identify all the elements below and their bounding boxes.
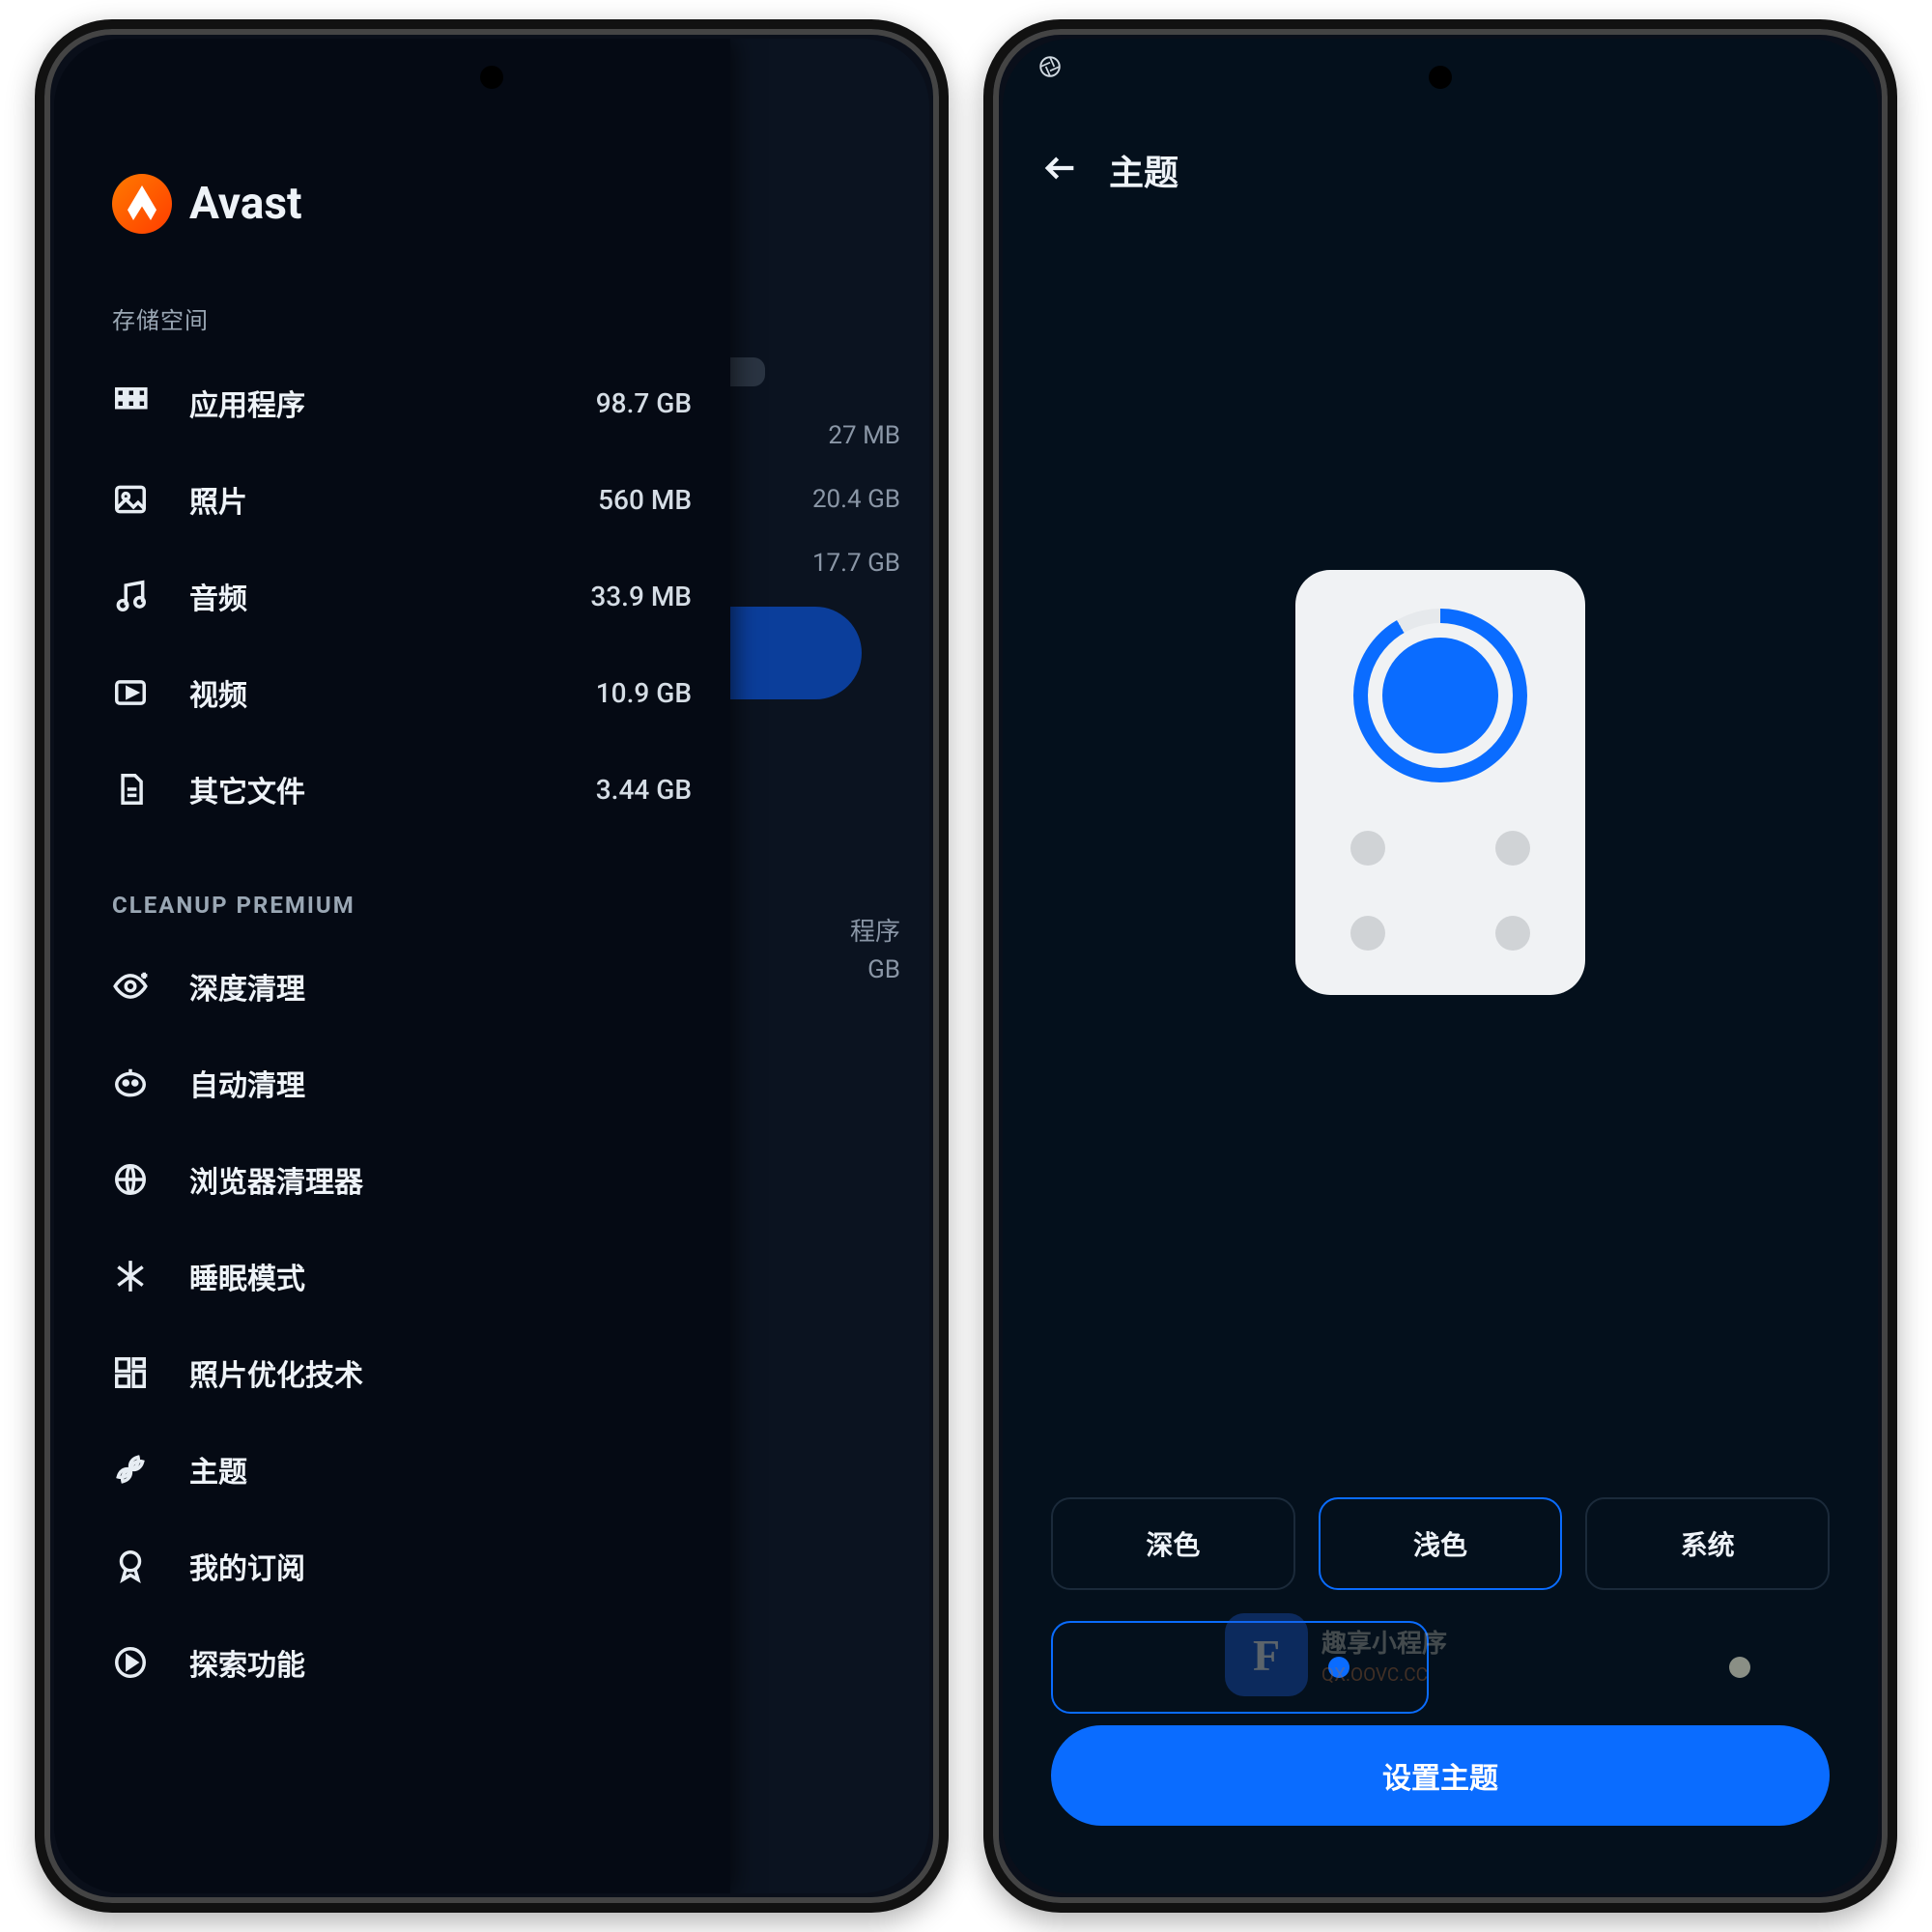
dashboard-icon xyxy=(112,1354,189,1391)
brand-name: Avast xyxy=(189,178,302,230)
option-label: 浅色 xyxy=(1413,1524,1467,1563)
row-label: 深度清理 xyxy=(189,965,692,1008)
premium-item-photo-optimize[interactable]: 照片优化技术 xyxy=(112,1324,692,1421)
brand: Avast xyxy=(112,174,692,234)
premium-item-subscription[interactable]: 我的订阅 xyxy=(112,1518,692,1614)
storage-item-video[interactable]: 视频 10.9 GB xyxy=(112,644,692,741)
row-value: 10.9 GB xyxy=(596,677,692,709)
arrow-left-icon xyxy=(1041,149,1080,187)
button-label: 设置主题 xyxy=(1382,1754,1498,1797)
row-label: 视频 xyxy=(189,671,596,714)
row-label: 音频 xyxy=(189,575,590,617)
page-title: 主题 xyxy=(1109,145,1179,195)
eye-plus-icon xyxy=(112,968,189,1005)
avast-logo-icon xyxy=(112,174,172,234)
play-circle-icon xyxy=(112,1644,189,1681)
option-label: 系统 xyxy=(1681,1524,1735,1563)
theme-preview-card xyxy=(1295,570,1585,995)
section-label-storage: 存储空间 xyxy=(112,301,692,335)
premium-item-theme[interactable]: 主题 xyxy=(112,1421,692,1518)
preview-dot-icon xyxy=(1495,916,1530,951)
app-background: F 趣享小程序 QX.OOVC.CC 27 MB 20.4 GB 17.7 GB… xyxy=(54,39,929,1893)
snowflake-icon xyxy=(112,1258,189,1294)
aperture-icon xyxy=(1037,54,1063,79)
premium-item-browser-cleaner[interactable]: 浏览器清理器 xyxy=(112,1131,692,1228)
row-value: 98.7 GB xyxy=(596,387,692,419)
back-button[interactable] xyxy=(1041,149,1080,191)
topbar: 主题 xyxy=(1041,145,1839,195)
theme-option-light[interactable]: 浅色 xyxy=(1319,1497,1563,1590)
row-value: 33.9 MB xyxy=(590,581,692,612)
color-swatch-icon xyxy=(1729,1657,1750,1678)
theme-mode-options: 深色 浅色 系统 xyxy=(1051,1497,1830,1590)
row-label: 浏览器清理器 xyxy=(189,1158,692,1201)
file-icon xyxy=(112,771,189,808)
image-icon xyxy=(112,481,189,518)
row-label: 其它文件 xyxy=(189,768,596,810)
preview-dot-icon xyxy=(1350,916,1385,951)
accent-option-olive[interactable] xyxy=(1452,1621,1830,1714)
storage-item-apps[interactable]: 应用程序 98.7 GB xyxy=(112,355,692,451)
robot-icon xyxy=(112,1065,189,1101)
set-theme-button[interactable]: 设置主题 xyxy=(1051,1725,1830,1826)
apps-grid-icon xyxy=(112,384,189,421)
row-label: 我的订阅 xyxy=(189,1545,692,1587)
rosette-icon xyxy=(112,1548,189,1584)
row-label: 主题 xyxy=(189,1448,692,1491)
navigation-drawer: Avast 存储空间 应用程序 98.7 GB 照片 560 MB 音频 33.… xyxy=(54,39,730,1893)
phone-right: 主题 深色 浅色 系统 xyxy=(983,19,1897,1913)
premium-item-sleep-mode[interactable]: 睡眠模式 xyxy=(112,1228,692,1324)
row-label: 照片优化技术 xyxy=(189,1351,692,1394)
accent-color-options xyxy=(1051,1621,1830,1714)
accent-option-blue[interactable] xyxy=(1051,1621,1429,1714)
row-label: 自动清理 xyxy=(189,1062,692,1104)
color-swatch-icon xyxy=(1328,1657,1350,1678)
row-label: 睡眠模式 xyxy=(189,1255,692,1297)
music-note-icon xyxy=(112,578,189,614)
fan-icon xyxy=(112,1451,189,1488)
option-label: 深色 xyxy=(1146,1524,1200,1563)
row-value: 560 MB xyxy=(598,484,692,516)
preview-dot-icon xyxy=(1495,831,1530,866)
status-bar xyxy=(1037,54,1063,85)
progress-ring-icon xyxy=(1353,609,1527,782)
premium-item-explore[interactable]: 探索功能 xyxy=(112,1614,692,1711)
premium-item-deep-clean[interactable]: 深度清理 xyxy=(112,938,692,1035)
storage-item-audio[interactable]: 音频 33.9 MB xyxy=(112,548,692,644)
storage-item-photos[interactable]: 照片 560 MB xyxy=(112,451,692,548)
section-label-premium: CLEANUP PREMIUM xyxy=(112,892,692,919)
phone-left: F 趣享小程序 QX.OOVC.CC 27 MB 20.4 GB 17.7 GB… xyxy=(35,19,949,1913)
preview-dot-icon xyxy=(1350,831,1385,866)
video-icon xyxy=(112,674,189,711)
row-label: 探索功能 xyxy=(189,1641,692,1684)
globe-icon xyxy=(112,1161,189,1198)
premium-item-auto-clean[interactable]: 自动清理 xyxy=(112,1035,692,1131)
theme-screen: 主题 深色 浅色 系统 xyxy=(1003,39,1878,1893)
row-label: 照片 xyxy=(189,478,598,521)
theme-option-system[interactable]: 系统 xyxy=(1585,1497,1830,1590)
theme-option-dark[interactable]: 深色 xyxy=(1051,1497,1295,1590)
row-value: 3.44 GB xyxy=(596,774,692,806)
row-label: 应用程序 xyxy=(189,382,596,424)
storage-item-other[interactable]: 其它文件 3.44 GB xyxy=(112,741,692,838)
